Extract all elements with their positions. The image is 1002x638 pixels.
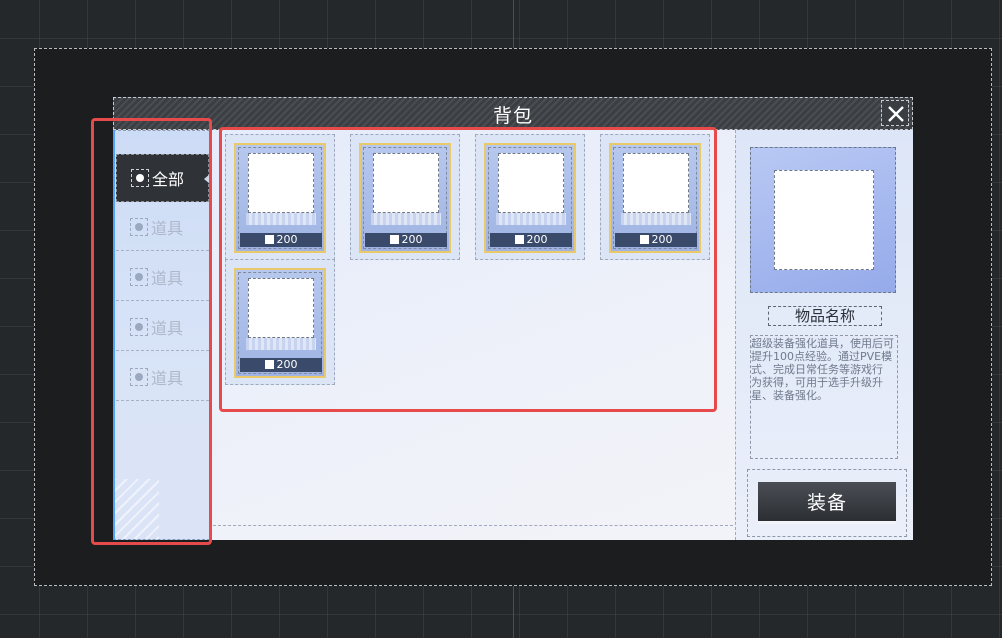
close-icon [888,106,904,122]
title-bar: 背包 [113,97,913,130]
highlight-item-grid [219,127,717,412]
close-button[interactable] [881,100,909,126]
item-detail-panel: 物品名称 超级装备强化道具，使用后可提升100点经验。通过PVE模式、完成日常任… [735,130,913,540]
panel-title: 背包 [492,105,533,127]
equip-button[interactable]: 装备 [758,482,896,524]
item-preview [750,147,896,293]
item-preview-image [774,170,874,270]
equip-button-container: 装备 [747,469,907,537]
item-name: 物品名称 [768,306,882,326]
highlight-sidebar [91,118,212,545]
item-description: 超级装备强化道具，使用后可提升100点经验。通过PVE模式、完成日常任务等游戏行… [750,335,898,459]
